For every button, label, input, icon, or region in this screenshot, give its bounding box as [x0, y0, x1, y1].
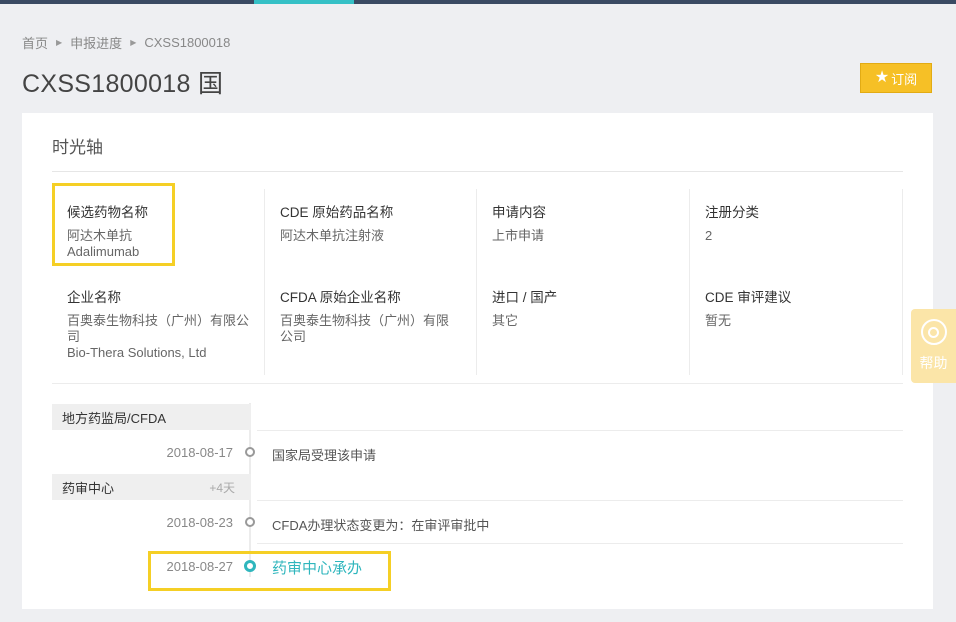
- help-ring-icon: [920, 319, 947, 345]
- breadcrumb-current: CXSS1800018: [144, 35, 231, 50]
- info-bottom-divider: [52, 383, 903, 384]
- info-label: 企业名称: [67, 290, 121, 305]
- info-label: 注册分类: [705, 205, 759, 220]
- subscribe-button[interactable]: ★ 订阅: [860, 63, 932, 93]
- info-column-divider: [902, 189, 903, 375]
- info-column-divider: [689, 189, 690, 375]
- info-label: 进口 / 国产: [492, 290, 558, 305]
- star-icon: ★: [874, 69, 890, 86]
- info-column-divider: [264, 189, 265, 375]
- top-bar: [0, 0, 956, 4]
- info-label: CDE 审评建议: [705, 290, 792, 305]
- info-value: 百奥泰生物科技（广州）有限: [280, 313, 450, 328]
- breadcrumb-home[interactable]: 首页: [22, 33, 48, 52]
- info-reg-class: 注册分类 2: [705, 201, 759, 244]
- info-column-divider: [476, 189, 477, 375]
- card-title: 时光轴: [52, 138, 103, 157]
- timeline-row-divider: [257, 500, 903, 501]
- info-value: Bio-Thera Solutions, Ltd: [67, 345, 207, 360]
- highlight-latest-event-box: [148, 551, 391, 591]
- info-value: 其它: [492, 313, 519, 328]
- timeline-phase-cde: 药审中心 +4天: [52, 474, 251, 500]
- info-label: CFDA 原始企业名称: [280, 290, 401, 305]
- breadcrumb-separator-icon: ▶: [130, 38, 137, 47]
- timeline-row-divider: [257, 430, 903, 431]
- info-value: 百奥泰生物科技（广州）有限公: [67, 313, 250, 328]
- timeline-dot-icon: [245, 447, 255, 457]
- info-value: 司: [67, 329, 81, 344]
- subscribe-label: 订阅: [891, 71, 918, 87]
- phase-name: 地方药监局/CFDA: [62, 410, 167, 426]
- info-import: 进口 / 国产 其它: [492, 286, 557, 329]
- info-apply-content: 申请内容 上市申请: [492, 201, 546, 244]
- highlight-candidate-box: [52, 183, 175, 266]
- timeline-card: 时光轴 候选药物名称 阿达木单抗 Adalimumab CDE 原始药品名称 阿…: [22, 113, 933, 609]
- info-value: 暂无: [705, 313, 732, 328]
- timeline-event-date: 2018-08-17: [166, 445, 234, 460]
- info-label: CDE 原始药品名称: [280, 205, 394, 220]
- timeline-event-text: 国家局受理该申请: [272, 448, 377, 463]
- help-label: 帮助: [919, 355, 948, 371]
- page-title: CXSS1800018 国: [22, 70, 224, 98]
- breadcrumb-progress[interactable]: 申报进度: [70, 33, 122, 52]
- info-value: 公司: [280, 329, 307, 344]
- phase-name: 药审中心: [62, 480, 115, 496]
- info-cde-drug: CDE 原始药品名称 阿达木单抗注射液: [280, 201, 393, 244]
- help-tab[interactable]: 帮助: [911, 309, 956, 383]
- timeline-row-divider: [257, 543, 903, 544]
- timeline-dot-icon: [245, 517, 255, 527]
- top-bar-active-indicator: [254, 0, 354, 4]
- info-value: 阿达木单抗注射液: [280, 228, 385, 243]
- phase-duration: +4天: [209, 480, 235, 495]
- breadcrumb: 首页 ▶ 申报进度 ▶ CXSS1800018: [22, 33, 230, 52]
- card-divider: [52, 171, 903, 172]
- info-value: 2: [705, 228, 713, 243]
- timeline-event-text: CFDA办理状态变更为：在审评审批中: [272, 518, 490, 533]
- info-label: 申请内容: [492, 205, 546, 220]
- timeline-event-date: 2018-08-23: [166, 515, 234, 530]
- breadcrumb-separator-icon: ▶: [56, 38, 63, 47]
- info-company: 企业名称 百奥泰生物科技（广州）有限公 司 Bio-Thera Solution…: [67, 286, 249, 361]
- info-value: 上市申请: [492, 228, 545, 243]
- info-cde-advice: CDE 审评建议 暂无: [705, 286, 791, 329]
- info-cfda-company: CFDA 原始企业名称 百奥泰生物科技（广州）有限 公司: [280, 286, 449, 345]
- timeline-phase-cfda: 地方药监局/CFDA: [52, 404, 251, 430]
